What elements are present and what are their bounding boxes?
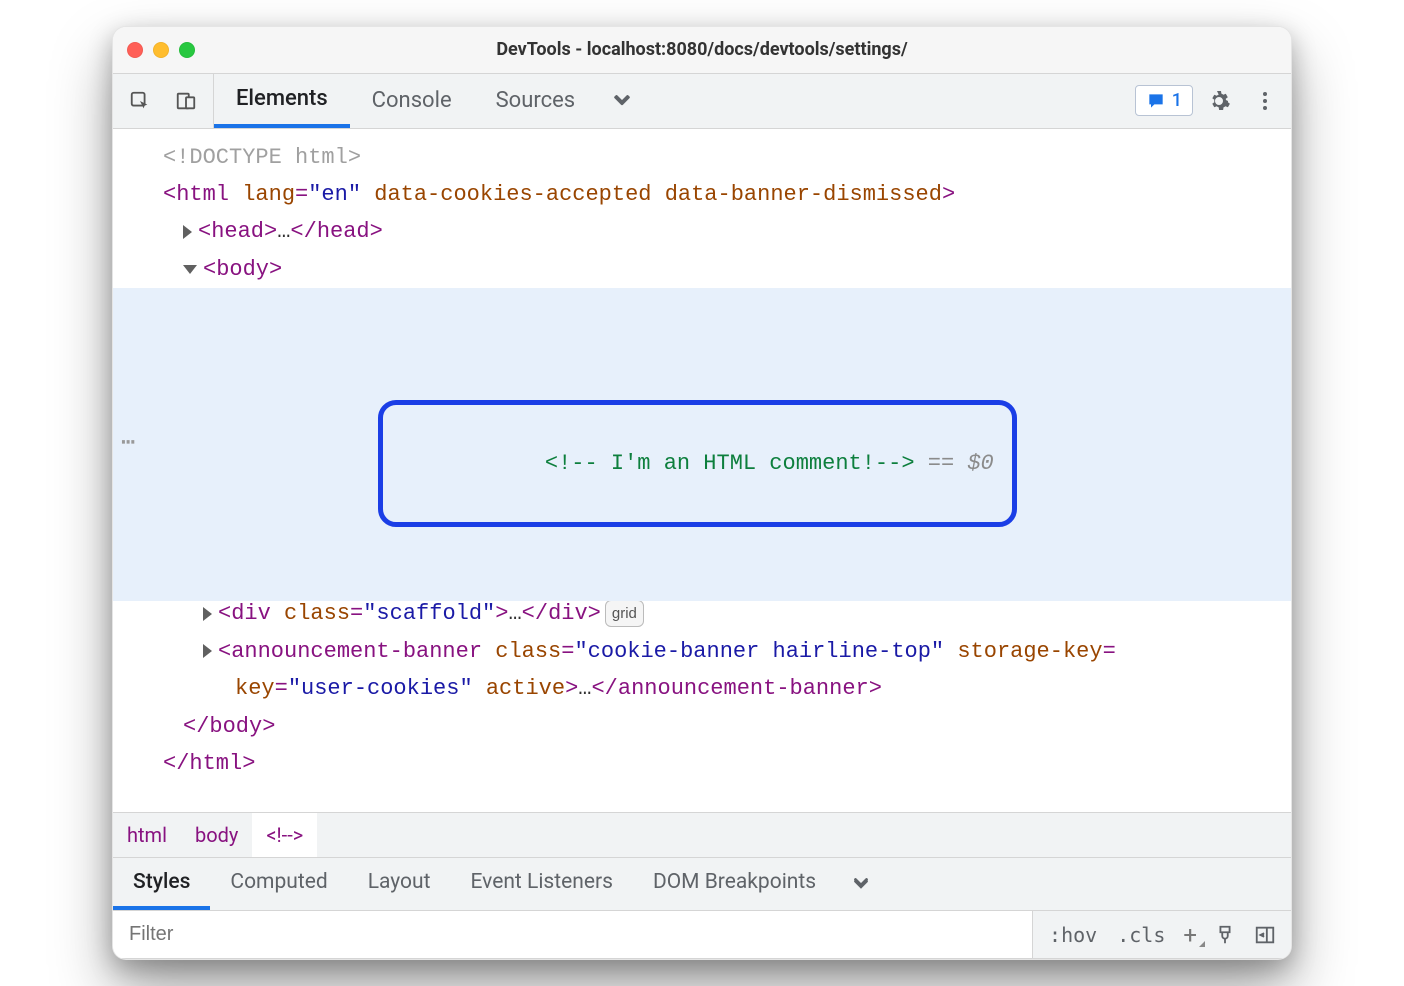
more-subtabs-icon[interactable] [836,858,886,910]
collapse-body-icon[interactable] [183,265,197,274]
crumb-html[interactable]: html [113,813,181,857]
selection-ref: == $0 [915,451,994,476]
subtab-dom-breakpoints[interactable]: DOM Breakpoints [633,858,836,910]
toolbar-left [113,74,214,128]
subtab-event-listeners[interactable]: Event Listeners [450,858,632,910]
tab-sources[interactable]: Sources [474,74,598,128]
styles-filter-row: :hov .cls + [113,911,1291,959]
expand-head-icon[interactable] [183,225,192,239]
window-title: DevTools - localhost:8080/docs/devtools/… [113,39,1291,60]
crumb-body[interactable]: body [181,813,252,857]
new-style-rule-icon[interactable]: + [1177,921,1203,949]
toolbar-right: 1 [1135,74,1291,128]
more-tabs-icon[interactable] [597,74,647,128]
grid-badge[interactable]: grid [605,600,644,628]
tab-elements[interactable]: Elements [214,74,350,128]
maximize-window-button[interactable] [179,42,195,58]
settings-gear-icon[interactable] [1199,89,1239,113]
main-toolbar: Elements Console Sources 1 [113,73,1291,129]
issues-badge[interactable]: 1 [1135,85,1193,116]
tab-console[interactable]: Console [350,74,474,128]
subtab-layout[interactable]: Layout [348,858,451,910]
issues-count: 1 [1172,90,1182,111]
traffic-lights [127,42,195,58]
doctype-node[interactable]: <!DOCTYPE html> [113,139,1291,176]
html-close-node[interactable]: </html> [113,745,1291,782]
toggle-cls[interactable]: .cls [1109,917,1173,953]
html-open-node[interactable]: <html lang="en" data-cookies-accepted da… [113,176,1291,213]
body-close-node[interactable]: </body> [113,708,1291,745]
subtab-computed[interactable]: Computed [210,858,347,910]
head-node[interactable]: <head>…</head> [113,213,1291,250]
expand-announcement-icon[interactable] [203,644,212,658]
expand-div-icon[interactable] [203,607,212,621]
device-toggle-icon[interactable] [167,82,205,120]
devtools-window: DevTools - localhost:8080/docs/devtools/… [112,26,1292,961]
computed-sidebar-toggle-icon[interactable] [1247,924,1283,946]
titlebar: DevTools - localhost:8080/docs/devtools/… [113,27,1291,73]
subtab-styles[interactable]: Styles [113,858,210,910]
dom-tree-panel[interactable]: <!DOCTYPE html> <html lang="en" data-coo… [113,129,1291,813]
row-actions-icon[interactable]: ⋯ [121,424,137,465]
styles-filter-tools: :hov .cls + [1032,911,1291,958]
brush-icon[interactable] [1207,924,1243,946]
more-options-icon[interactable] [1245,89,1285,113]
crumb-comment[interactable]: <!--> [252,813,317,857]
inspect-element-icon[interactable] [121,82,159,120]
selected-comment-node[interactable]: ⋯ <!-- I'm an HTML comment!--> == $0 [113,288,1291,601]
body-open-node[interactable]: <body> [113,251,1291,288]
main-tabs: Elements Console Sources [214,74,647,128]
styles-filter-input[interactable] [113,911,1032,958]
comment-text: <!-- I'm an HTML comment!--> [545,451,915,476]
minimize-window-button[interactable] [153,42,169,58]
announcement-banner-node[interactable]: <announcement-banner class="cookie-banne… [113,633,1291,708]
styles-subtabs: Styles Computed Layout Event Listeners D… [113,857,1291,911]
close-window-button[interactable] [127,42,143,58]
toggle-hov[interactable]: :hov [1041,917,1105,953]
dom-breadcrumb: html body <!--> [113,812,1291,857]
